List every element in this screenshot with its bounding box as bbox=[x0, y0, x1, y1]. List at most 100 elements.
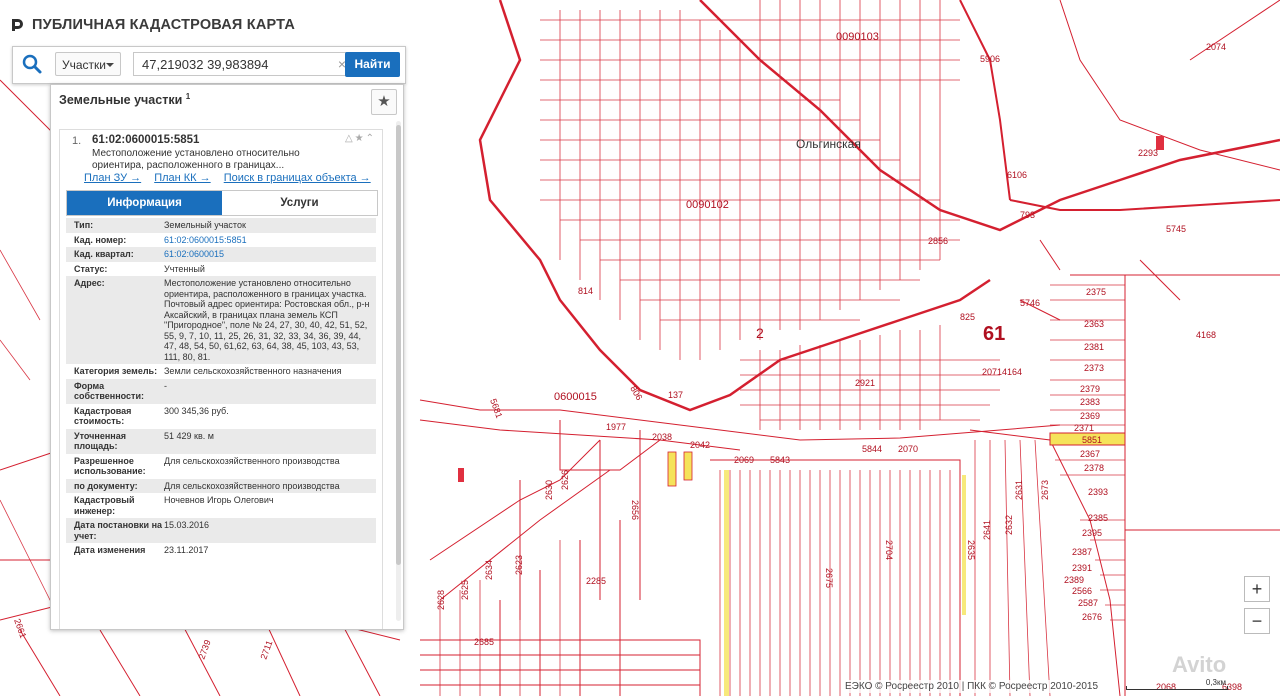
parcel-label: 4164 bbox=[1002, 367, 1022, 377]
find-button[interactable]: Найти bbox=[345, 52, 400, 77]
attribute-key: Дата изменения bbox=[74, 545, 146, 555]
parcel-label: 137 bbox=[668, 390, 683, 400]
zoom-out-button[interactable]: − bbox=[1244, 608, 1270, 634]
attribute-value: Учтенный bbox=[164, 263, 205, 274]
parcel-label: 2071 bbox=[982, 367, 1002, 377]
attribute-key: Кад. номер: bbox=[74, 234, 127, 245]
parcel-label: 793 bbox=[1020, 210, 1035, 220]
parcel-label: 2634 bbox=[484, 560, 494, 580]
attribute-row: по документу: Для сельскохозяйственного п… bbox=[66, 478, 376, 493]
results-count: 1 bbox=[185, 92, 191, 101]
attribute-value: - bbox=[164, 380, 167, 391]
attribute-row: Тип: Земельный участок bbox=[66, 218, 376, 233]
copyright-text: ЕЭКО © Росреестр 2010 | ПКК © Росреестр … bbox=[842, 680, 1102, 693]
plan-zu-link[interactable]: План ЗУ → bbox=[84, 172, 141, 184]
parcel-label: 4168 bbox=[1196, 330, 1216, 340]
region-label: 61 bbox=[983, 323, 1005, 345]
attributes-table: Тип: Земельный участок Кад. номер: 61:02:06… bbox=[66, 218, 376, 558]
scrollbar-thumb[interactable] bbox=[396, 125, 401, 565]
result-tools-icons[interactable]: △★⌃ bbox=[345, 133, 376, 144]
parcel-label: 2069 bbox=[734, 455, 754, 465]
attribute-key: Адрес: bbox=[74, 278, 105, 288]
quarter-label: 0090103 bbox=[836, 31, 879, 43]
parcel-label: 6106 bbox=[1007, 170, 1027, 180]
attribute-value: Земельный участок bbox=[164, 220, 246, 230]
attribute-value: Земли сельскохозяйственного назначения bbox=[164, 366, 342, 376]
attribute-row: Кад. квартал: 61:02:0600015 bbox=[66, 247, 376, 262]
parcel-label: 2656 bbox=[630, 500, 640, 520]
parcel-label: 2628 bbox=[436, 590, 446, 610]
parcel-label: 5746 bbox=[1020, 298, 1040, 308]
attribute-row: Кадастровая стоимость: 300 345,36 руб. bbox=[66, 404, 376, 429]
attribute-key: Тип: bbox=[74, 220, 94, 230]
parcel-label: 2635 bbox=[966, 540, 976, 560]
parcel-label: 2042 bbox=[690, 440, 710, 450]
parcel-label: 5844 bbox=[862, 444, 882, 454]
parcel-label: 2379 bbox=[1080, 384, 1100, 394]
favorite-star-icon[interactable]: ★ bbox=[371, 89, 397, 115]
parcel-label-selected[interactable]: 5851 bbox=[1082, 435, 1102, 445]
scale-bar: 0,3км bbox=[1126, 678, 1228, 692]
panel-scrollbar[interactable] bbox=[396, 121, 401, 621]
search-query-text: 47,219032 39,983894 bbox=[142, 57, 269, 72]
parcel-label: 2389 bbox=[1064, 575, 1084, 585]
parcel-label: 2395 bbox=[1082, 528, 1102, 538]
attribute-row: Дата постановки на учет: 15.03.2016 bbox=[66, 518, 376, 543]
search-in-bounds-link[interactable]: Поиск в границах объекта → bbox=[224, 172, 371, 184]
settlement-label: Ольгинская bbox=[796, 137, 861, 151]
parcel-label: 5745 bbox=[1166, 224, 1186, 234]
attribute-key: Кадастровый инженер: bbox=[74, 495, 135, 516]
parcel-label: 2293 bbox=[1138, 148, 1158, 158]
attribute-value[interactable]: 61:02:0600015 bbox=[164, 249, 376, 260]
parcel-label: 2623 bbox=[514, 555, 524, 575]
parcel-label: 2566 bbox=[1072, 586, 1092, 596]
search-icon[interactable] bbox=[21, 53, 43, 75]
chevron-down-icon bbox=[106, 63, 114, 67]
parcel-label: 2375 bbox=[1086, 287, 1106, 297]
app-header: ПУБЛИЧНАЯ КАДАСТРОВАЯ КАРТА bbox=[10, 14, 295, 36]
attribute-key: Кадастровая стоимость: bbox=[74, 405, 132, 427]
attribute-key: Дата постановки на учет: bbox=[74, 520, 163, 541]
attribute-row: Статус: Учтенный bbox=[66, 262, 376, 277]
attribute-row: Кад. номер: 61:02:0600015:5851 bbox=[66, 233, 376, 248]
parcel-label: 2391 bbox=[1072, 563, 1092, 573]
parcel-label: 2704 bbox=[884, 540, 894, 560]
parcel-label: 2367 bbox=[1080, 449, 1100, 459]
attribute-key: Разрешенное использование: bbox=[74, 455, 146, 477]
result-tabs: Информация Услуги bbox=[66, 190, 378, 216]
parcel-label: 2630 bbox=[544, 480, 554, 500]
plan-kk-link[interactable]: План КК → bbox=[154, 172, 210, 184]
result-cad-number[interactable]: 61:02:0600015:5851 bbox=[92, 134, 199, 146]
attribute-value: Для сельскохозяйственного производства bbox=[164, 455, 340, 466]
attribute-value: Для сельскохозяйственного производства bbox=[164, 480, 340, 491]
attribute-row: Категория земель: Земли сельскохозяйствен… bbox=[66, 364, 376, 379]
parcel-label: 2393 bbox=[1088, 487, 1108, 497]
search-input[interactable]: 47,219032 39,983894 × bbox=[133, 52, 353, 76]
parcel-label: 2373 bbox=[1084, 363, 1104, 373]
attribute-value: Ночевнов Игорь Олегович bbox=[164, 495, 274, 505]
parcel-label: 2369 bbox=[1080, 411, 1100, 421]
attribute-value[interactable]: 61:02:0600015:5851 bbox=[164, 235, 376, 246]
object-type-value: Участки bbox=[62, 58, 106, 72]
results-panel: Земельные участки 1 ★ 1. 61:02:0600015:5… bbox=[50, 84, 404, 630]
result-description: Местоположение установлено относительно … bbox=[92, 148, 300, 171]
attribute-value: 15.03.2016 bbox=[164, 520, 210, 530]
zoom-in-button[interactable]: + bbox=[1244, 576, 1270, 602]
parcel-label: 2285 bbox=[586, 576, 606, 586]
district-label: 2 bbox=[756, 325, 764, 341]
object-type-select[interactable]: Участки bbox=[55, 52, 121, 76]
attribute-row: Дата изменения 23.11.2017 bbox=[66, 543, 376, 558]
parcel-label: 2070 bbox=[898, 444, 918, 454]
attribute-value: 23.11.2017 bbox=[164, 545, 209, 555]
attribute-value: 300 345,36 руб. bbox=[164, 405, 229, 416]
attribute-key: Уточненная площадь: bbox=[74, 430, 126, 452]
parcel-label: 2685 bbox=[474, 637, 494, 647]
attribute-key: Категория земель: bbox=[74, 366, 158, 376]
search-bar: Участки 47,219032 39,983894 × Найти bbox=[12, 46, 406, 84]
attribute-key: Форма собственности: bbox=[74, 380, 144, 402]
tab-information[interactable]: Информация bbox=[67, 191, 222, 215]
attribute-row: Уточненная площадь: 51 429 кв. м bbox=[66, 428, 376, 454]
zoom-controls: + − bbox=[1244, 576, 1270, 640]
parcel-label: 2626 bbox=[560, 470, 570, 490]
tab-services[interactable]: Услуги bbox=[222, 191, 377, 215]
